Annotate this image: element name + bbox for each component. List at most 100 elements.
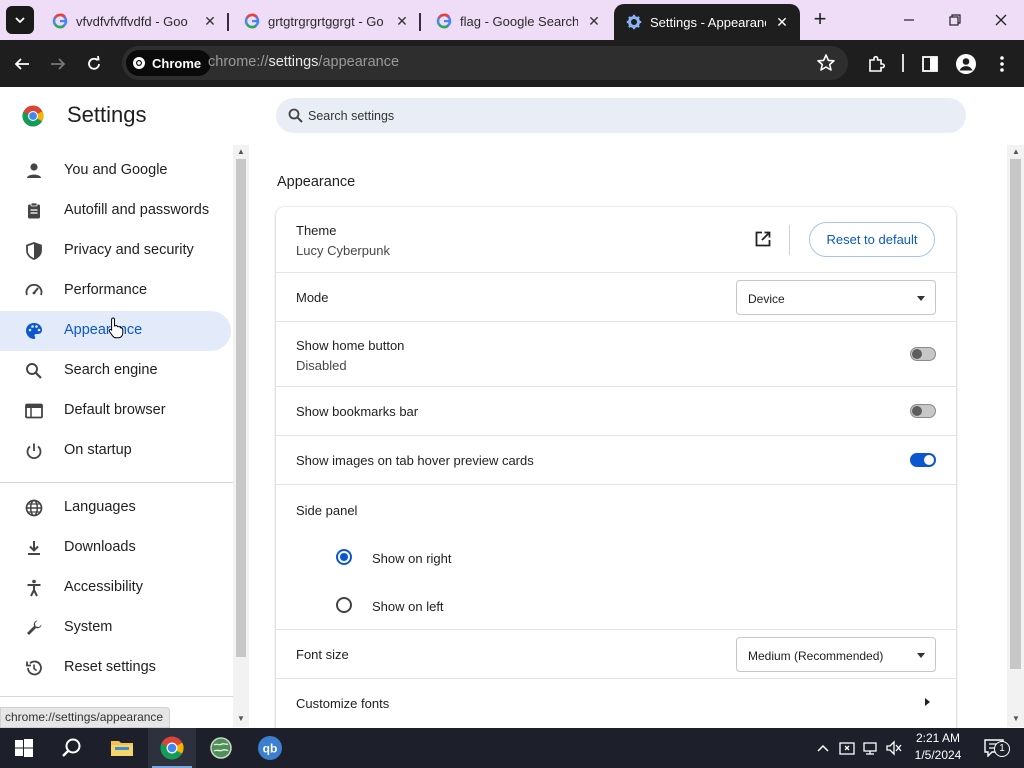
side-panel-right-label[interactable]: Show on right: [372, 551, 452, 566]
arrow-right-icon: [51, 58, 66, 70]
arrow-left-icon: [14, 58, 29, 70]
open-in-new-icon[interactable]: [754, 230, 772, 248]
tab-0[interactable]: vfvdfvfvffvdfd - Goo ✕: [40, 6, 229, 36]
font-size-select-value: Medium (Recommended): [748, 649, 884, 663]
sidebar-item-search-engine[interactable]: Search engine: [0, 351, 231, 391]
sidebar-item-privacy[interactable]: Privacy and security: [0, 231, 231, 271]
url-host: settings: [268, 54, 319, 70]
tab-2[interactable]: flag - Google Search ✕: [424, 6, 612, 36]
restore-button[interactable]: [932, 0, 978, 40]
appearance-card: Theme Lucy Cyberpunk Reset to default Mo…: [276, 207, 956, 737]
person-icon: [27, 163, 41, 178]
search-input[interactable]: [308, 106, 908, 126]
sidebar-item-languages[interactable]: Languages: [0, 488, 231, 528]
side-panel-button[interactable]: [918, 52, 942, 76]
network-icon: [863, 742, 877, 755]
new-tab-button[interactable]: +: [808, 8, 832, 32]
shield-icon: [26, 242, 42, 260]
sidebar-item-system[interactable]: System: [0, 608, 231, 648]
sidebar-item-default-browser[interactable]: Default browser: [0, 391, 231, 431]
clock-date: 1/5/2024: [914, 748, 962, 762]
chrome-taskbar-button[interactable]: [148, 728, 196, 768]
font-size-select[interactable]: Medium (Recommended): [736, 637, 936, 672]
minimize-icon: [904, 19, 914, 21]
sidebar-item-you-and-google[interactable]: You and Google: [0, 151, 231, 191]
hover-cards-row[interactable]: Show images on tab hover preview cards: [276, 435, 956, 484]
qbittorrent-button[interactable]: qb: [246, 728, 294, 768]
tab-3-active[interactable]: Settings - Appearance ✕: [614, 4, 800, 40]
side-panel-left-label[interactable]: Show on left: [372, 599, 444, 614]
file-explorer-button[interactable]: [98, 728, 146, 768]
globe-icon: [25, 499, 43, 517]
sidebar-item-reset-settings[interactable]: Reset settings: [0, 648, 231, 688]
main-scrollbar[interactable]: ▲ ▼: [1007, 145, 1024, 727]
minimize-button[interactable]: [886, 0, 932, 40]
profile-button[interactable]: [954, 52, 978, 76]
side-panel-right-radio[interactable]: [336, 549, 352, 565]
close-icon[interactable]: ✕: [774, 14, 790, 30]
reload-button[interactable]: [82, 52, 106, 76]
menu-button[interactable]: [990, 52, 1014, 76]
mouse-cursor-icon: [108, 317, 124, 339]
chrome-site-chip[interactable]: Chrome: [126, 50, 212, 76]
sidebar-item-autofill[interactable]: Autofill and passwords: [0, 191, 231, 231]
reset-theme-button[interactable]: Reset to default: [809, 222, 935, 257]
sidebar-item-label: System: [64, 619, 113, 635]
sidebar-item-on-startup[interactable]: On startup: [0, 431, 231, 471]
forward-button[interactable]: [46, 52, 70, 76]
globe-app-button[interactable]: [197, 728, 245, 768]
close-icon[interactable]: ✕: [394, 13, 410, 29]
close-window-button[interactable]: [978, 0, 1024, 40]
network-tray-button[interactable]: [858, 728, 882, 768]
bookmark-star-icon[interactable]: [816, 53, 836, 73]
tab-search-button[interactable]: [6, 6, 34, 34]
hover-cards-toggle[interactable]: [910, 453, 936, 467]
sidebar-item-accessibility[interactable]: Accessibility: [0, 568, 231, 608]
back-button[interactable]: [10, 52, 34, 76]
tab-title: flag - Google Search: [460, 13, 578, 29]
theme-row[interactable]: Theme Lucy Cyberpunk Reset to default: [276, 207, 956, 272]
sidebar-item-performance[interactable]: Performance: [0, 271, 231, 311]
close-icon[interactable]: ✕: [202, 13, 218, 29]
home-button-toggle[interactable]: [910, 347, 936, 361]
settings-search[interactable]: [276, 98, 966, 133]
google-g-icon: [436, 13, 452, 29]
taskbar-search-button[interactable]: [48, 728, 96, 768]
customize-fonts-label: Customize fonts: [296, 696, 390, 711]
restore-icon: [949, 14, 961, 26]
scroll-up-arrow-icon[interactable]: ▲: [1011, 147, 1021, 157]
windows-taskbar: qb 2:21 AM 1/5/2024 1: [0, 728, 1024, 768]
home-button-row[interactable]: Show home button Disabled: [276, 321, 956, 386]
scroll-down-arrow-icon[interactable]: ▼: [1011, 714, 1021, 724]
sidebar-scrollbar[interactable]: ▲ ▼: [233, 145, 249, 727]
tray-overflow-button[interactable]: [812, 728, 834, 768]
extensions-button[interactable]: [864, 52, 888, 76]
volume-tray-button[interactable]: [882, 728, 906, 768]
tab-title: Settings - Appearance: [650, 14, 766, 30]
start-button[interactable]: [0, 728, 48, 768]
side-panel-left-radio[interactable]: [336, 597, 352, 613]
browser-toolbar: Chrome chrome://settings/appearance: [0, 40, 1024, 87]
address-bar[interactable]: Chrome chrome://settings/appearance: [122, 46, 848, 80]
tab-1[interactable]: grtgtrgrgrtggrgt - Go ✕: [232, 6, 421, 36]
mode-row: Mode Device: [276, 272, 956, 321]
scrollbar-thumb[interactable]: [1010, 159, 1021, 669]
close-icon[interactable]: ✕: [586, 13, 602, 29]
home-button-label: Show home button: [296, 338, 405, 353]
mode-select[interactable]: Device: [736, 280, 936, 315]
bookmarks-bar-toggle[interactable]: [910, 404, 936, 418]
sidebar-item-downloads[interactable]: Downloads: [0, 528, 231, 568]
sidebar-divider: [0, 482, 233, 483]
search-icon: [26, 363, 42, 379]
scroll-up-arrow-icon[interactable]: ▲: [236, 147, 246, 157]
sidebar-item-label: Default browser: [64, 402, 166, 418]
scrollbar-thumb[interactable]: [236, 159, 246, 657]
scroll-down-arrow-icon[interactable]: ▼: [236, 714, 246, 724]
taskbar-clock[interactable]: 2:21 AM 1/5/2024: [906, 730, 970, 764]
security-tray-button[interactable]: [836, 728, 858, 768]
toolbar-divider: [902, 54, 904, 72]
url-text[interactable]: chrome://settings/appearance: [208, 54, 399, 70]
sidebar-item-label: Reset settings: [64, 659, 156, 675]
sidebar-item-label: Performance: [64, 282, 148, 298]
bookmarks-bar-row[interactable]: Show bookmarks bar: [276, 386, 956, 435]
